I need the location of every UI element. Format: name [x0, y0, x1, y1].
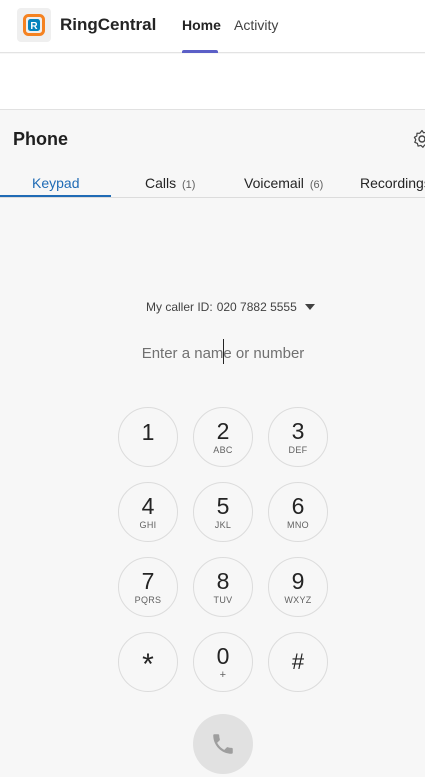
settings-gear-icon[interactable] [412, 129, 425, 149]
tab-calls[interactable]: Calls (1) [145, 175, 195, 191]
tab-calls-label: Calls [145, 175, 177, 191]
caller-id-number: 020 7882 5555 [216, 300, 297, 314]
chevron-down-icon [304, 304, 315, 310]
caller-id-selector[interactable]: My caller ID: 020 7882 5555 [146, 300, 315, 314]
key-letters: PQRS [134, 595, 162, 605]
tab-keypad-label: Keypad [32, 175, 80, 191]
tab-recordings[interactable]: Recordings [360, 175, 425, 191]
key-letters: DEF [288, 445, 308, 455]
app-header: R RingCentral Home Activity [0, 0, 425, 53]
tab-home[interactable]: Home [182, 17, 221, 33]
tab-keypad[interactable]: Keypad [32, 175, 79, 191]
app-title: RingCentral [60, 15, 157, 34]
key-digit: 9 [291, 568, 305, 594]
key-digit: 1 [141, 419, 155, 445]
tab-voicemail-label: Voicemail [244, 175, 304, 191]
caller-id-label: My caller ID: [146, 300, 213, 314]
key-9[interactable]: 9 WXYZ [268, 557, 328, 617]
phone-tabs: Keypad Calls (1) Voicemail (6) Recording… [0, 166, 425, 198]
key-2[interactable]: 2 ABC [193, 407, 253, 467]
key-star[interactable]: * [118, 632, 178, 692]
key-letters: WXYZ [284, 595, 312, 605]
call-button[interactable] [193, 714, 253, 774]
key-4[interactable]: 4 GHI [118, 482, 178, 542]
key-digit: 4 [141, 493, 155, 519]
key-6[interactable]: 6 MNO [268, 482, 328, 542]
key-letters: JKL [214, 520, 232, 530]
key-letters: MNO [287, 520, 309, 530]
key-digit: 0 [216, 643, 230, 669]
tab-activity[interactable]: Activity [234, 17, 278, 33]
key-hash[interactable]: # [268, 632, 328, 692]
key-digit: 8 [216, 568, 230, 594]
key-digit: 3 [291, 418, 305, 444]
key-3[interactable]: 3 DEF [268, 407, 328, 467]
key-digit: 5 [216, 493, 230, 519]
ringcentral-logo-icon: R [23, 14, 45, 36]
key-0[interactable]: 0 + [193, 632, 253, 692]
ringcentral-logo[interactable]: R [17, 8, 51, 42]
key-7[interactable]: 7 PQRS [118, 557, 178, 617]
key-digit: 6 [291, 493, 305, 519]
key-letters: TUV [213, 595, 233, 605]
tab-voicemail[interactable]: Voicemail (6) [244, 175, 323, 191]
content-band [0, 54, 425, 110]
tab-home-indicator [182, 50, 218, 53]
text-cursor [223, 339, 224, 364]
key-digit: 7 [141, 568, 155, 594]
key-1[interactable]: 1 [118, 407, 178, 467]
tab-calls-count: (1) [182, 179, 196, 191]
key-letters: ABC [213, 445, 233, 455]
key-5[interactable]: 5 JKL [193, 482, 253, 542]
tab-keypad-indicator [0, 195, 111, 197]
page-title: Phone [13, 129, 69, 149]
svg-text:R: R [30, 21, 38, 32]
key-letters: + [219, 669, 227, 681]
key-digit: 2 [216, 418, 230, 444]
key-digit: # [291, 649, 305, 674]
key-digit: * [142, 648, 154, 681]
key-letters: GHI [139, 520, 157, 530]
key-8[interactable]: 8 TUV [193, 557, 253, 617]
tab-recordings-label: Recordings [360, 175, 425, 191]
tab-voicemail-count: (6) [309, 179, 324, 191]
phone-icon [213, 734, 233, 754]
